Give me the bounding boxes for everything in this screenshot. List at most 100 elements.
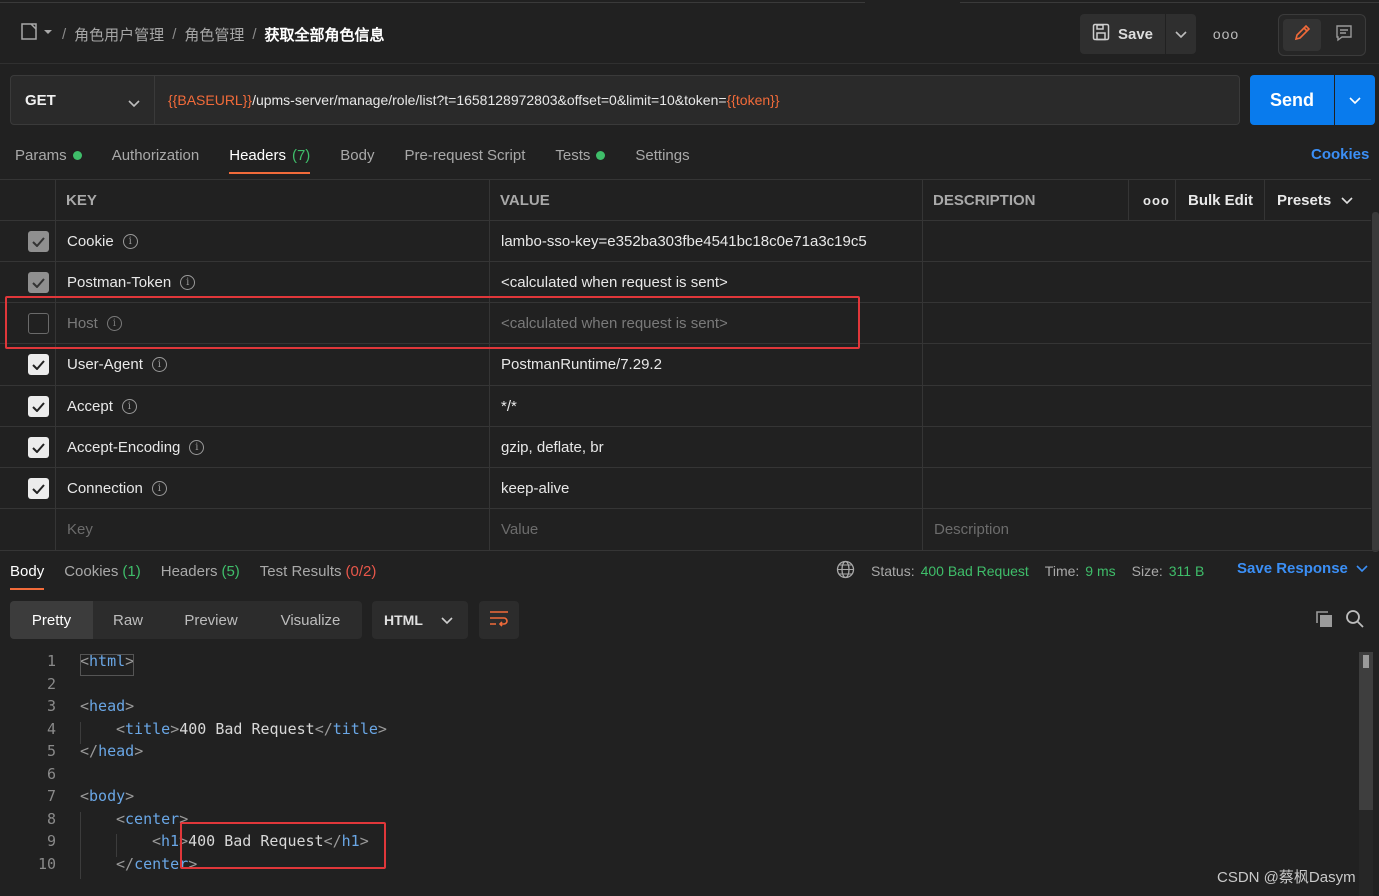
line-number: 3 <box>46 697 56 715</box>
info-icon[interactable]: i <box>180 275 196 290</box>
code-bracket: > <box>170 719 180 738</box>
header-value[interactable]: gzip, deflate, br <box>501 427 604 468</box>
tab-pre-request-script[interactable]: Pre-request Script <box>405 134 526 176</box>
tab-label: Pre-request Script <box>404 146 526 164</box>
response-divider[interactable] <box>0 550 1379 551</box>
column-divider <box>1264 179 1265 220</box>
view-mode-group: Pretty Raw Preview Visualize <box>10 601 362 639</box>
globe-icon[interactable] <box>836 560 855 582</box>
presets-button[interactable]: Presets <box>1277 180 1353 221</box>
tab-authorization[interactable]: Authorization <box>112 134 200 176</box>
time-value[interactable]: 9 ms <box>1085 563 1115 579</box>
word-wrap-button[interactable] <box>479 601 519 639</box>
save-options-button[interactable] <box>1166 14 1196 54</box>
header-key[interactable]: Cookie i <box>67 221 138 262</box>
header-key[interactable]: Accept-Encoding i <box>67 427 205 468</box>
row-checkbox[interactable] <box>28 396 49 417</box>
row-checkbox[interactable] <box>28 354 49 375</box>
code-scrollbar-thumb[interactable] <box>1359 652 1373 810</box>
header-key-text: Connection <box>67 480 143 497</box>
header-value[interactable]: lambo-sso-key=e352ba303fbe4541bc18c0e71a… <box>501 221 867 262</box>
new-key-input[interactable]: Key <box>67 509 93 550</box>
copy-icon[interactable] <box>1314 609 1334 633</box>
row-checkbox[interactable] <box>28 272 49 293</box>
code-tag: head <box>89 697 126 715</box>
save-button[interactable]: Save <box>1080 14 1165 54</box>
annotation-highlight-h1 <box>180 822 386 869</box>
row-checkbox[interactable] <box>28 478 49 499</box>
info-icon[interactable]: i <box>189 440 205 455</box>
breadcrumb-item-collection[interactable]: 角色用户管理 <box>74 24 164 45</box>
line-number: 9 <box>46 832 56 850</box>
format-select[interactable]: HTML <box>372 601 468 639</box>
save-response-button[interactable]: Save Response <box>1237 560 1368 577</box>
table-scrollbar[interactable] <box>1372 212 1379 552</box>
header-value[interactable]: keep-alive <box>501 468 569 509</box>
view-pretty-button[interactable]: Pretty <box>10 601 93 639</box>
tab-response-headers[interactable]: Headers (5) <box>161 552 240 590</box>
code-bracket: < <box>116 719 126 738</box>
view-raw-button[interactable]: Raw <box>93 601 163 639</box>
tab-label: Body <box>340 146 375 164</box>
response-meta: Status: 400 Bad Request Time: 9 ms Size:… <box>836 560 1204 582</box>
new-value-input[interactable]: Value <box>501 509 538 550</box>
url-variable-baseurl: {{BASEURL}} <box>168 92 253 108</box>
info-icon[interactable]: i <box>121 399 137 414</box>
header-value[interactable]: */* <box>501 386 517 427</box>
info-icon[interactable]: i <box>122 234 138 249</box>
new-description-input[interactable]: Description <box>934 509 1009 550</box>
method-select[interactable]: GET <box>10 75 155 125</box>
more-actions-button[interactable]: ooo <box>1208 14 1244 54</box>
send-button[interactable]: Send <box>1250 75 1334 125</box>
tab-response-cookies[interactable]: Cookies (1) <box>64 552 141 590</box>
info-icon[interactable]: i <box>151 481 167 496</box>
size-value[interactable]: 311 B <box>1169 563 1205 579</box>
code-bracket: < <box>116 809 126 828</box>
tab-params[interactable]: Params <box>15 134 82 176</box>
pencil-icon <box>1293 24 1311 46</box>
header-key[interactable]: Connection i <box>67 468 167 509</box>
header-value[interactable]: PostmanRuntime/7.29.2 <box>501 344 662 385</box>
request-header-bar: / 角色用户管理 / 角色管理 / 获取全部角色信息 Save ooo <box>0 4 1379 64</box>
tab-test-results[interactable]: Test Results (0/2) <box>260 552 377 590</box>
url-input[interactable]: {{BASEURL}}/upms-server/manage/role/list… <box>155 75 1240 125</box>
info-icon[interactable]: i <box>151 357 167 372</box>
search-icon[interactable] <box>1345 609 1365 633</box>
bulk-edit-button[interactable]: Bulk Edit <box>1188 180 1253 221</box>
code-line: </head> <box>80 742 143 760</box>
comments-button[interactable] <box>1325 19 1363 51</box>
chevron-down-icon <box>441 612 453 628</box>
tab-headers[interactable]: Headers (7) <box>229 134 311 176</box>
tab-response-body[interactable]: Body <box>10 552 45 590</box>
table-row: Accept-Encoding i gzip, deflate, br <box>0 426 1371 467</box>
breadcrumb-separator: / <box>172 26 177 43</box>
row-checkbox[interactable] <box>28 437 49 458</box>
tab-label: Headers <box>160 562 218 580</box>
tab-count: (5) <box>221 562 240 580</box>
table-more-button[interactable]: ooo <box>1143 180 1170 221</box>
column-divider <box>1128 179 1129 220</box>
header-key[interactable]: Accept i <box>67 386 137 427</box>
status-value[interactable]: 400 Bad Request <box>921 563 1029 579</box>
tab-label: Body <box>10 562 45 580</box>
tab-settings[interactable]: Settings <box>635 134 689 176</box>
view-preview-button[interactable]: Preview <box>163 601 259 639</box>
view-visualize-button[interactable]: Visualize <box>259 601 362 639</box>
send-options-button[interactable] <box>1335 75 1375 125</box>
collection-icon[interactable] <box>20 22 52 42</box>
indent-guide <box>80 721 81 744</box>
header-key[interactable]: User-Agent i <box>67 344 167 385</box>
indent-guide <box>116 834 117 857</box>
edit-mode-button[interactable] <box>1283 19 1321 51</box>
request-title[interactable]: 获取全部角色信息 <box>265 24 385 45</box>
tab-tests[interactable]: Tests <box>555 134 606 176</box>
code-bracket: > <box>134 742 144 760</box>
cookies-link[interactable]: Cookies <box>1311 146 1369 163</box>
row-checkbox[interactable] <box>28 231 49 252</box>
scroll-up-icon[interactable] <box>1363 655 1369 668</box>
column-divider <box>1175 179 1176 220</box>
code-bracket: > <box>125 787 135 805</box>
code-tag: h1 <box>161 832 180 850</box>
breadcrumb-item-folder[interactable]: 角色管理 <box>184 24 244 45</box>
tab-body[interactable]: Body <box>340 134 374 176</box>
